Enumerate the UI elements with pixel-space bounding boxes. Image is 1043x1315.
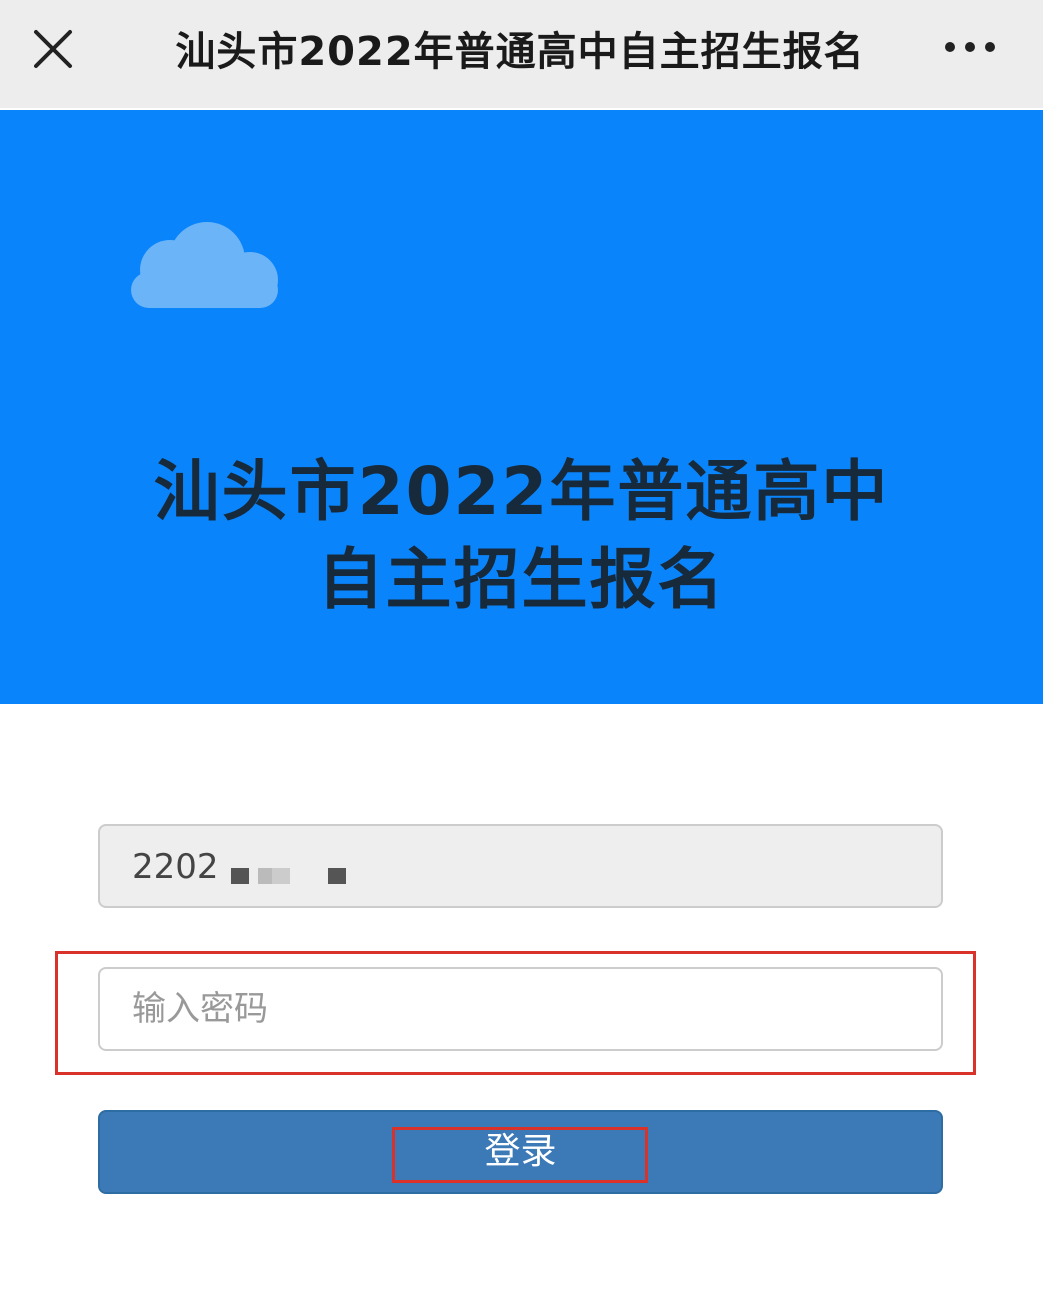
banner-title-line1: 汕头市2022年普通高中 (153, 453, 890, 530)
registration-login-page: 汕头市2022年普通高中自主招生报名 汕头市2022年普通高中 自主招生报名 2… (0, 0, 1043, 1315)
account-value: 2202 (132, 847, 219, 887)
page-title: 汕头市2022年普通高中自主招生报名 (175, 29, 865, 75)
hero-banner: 汕头市2022年普通高中 自主招生报名 (0, 110, 1043, 704)
account-field[interactable]: 2202 (98, 824, 943, 908)
password-input[interactable] (98, 967, 943, 1051)
banner-title: 汕头市2022年普通高中 自主招生报名 (0, 448, 1043, 624)
cloud-icon (131, 222, 278, 308)
more-icon (945, 42, 995, 52)
top-nav-bar: 汕头市2022年普通高中自主招生报名 (0, 0, 1043, 108)
login-highlight-box (392, 1127, 648, 1183)
close-icon (34, 30, 72, 68)
masked-digit (272, 868, 290, 884)
masked-digit (231, 868, 249, 884)
banner-title-line2: 自主招生报名 (317, 541, 726, 618)
close-button[interactable] (22, 20, 84, 82)
masked-digit (328, 868, 346, 884)
more-button[interactable] (930, 24, 1010, 74)
